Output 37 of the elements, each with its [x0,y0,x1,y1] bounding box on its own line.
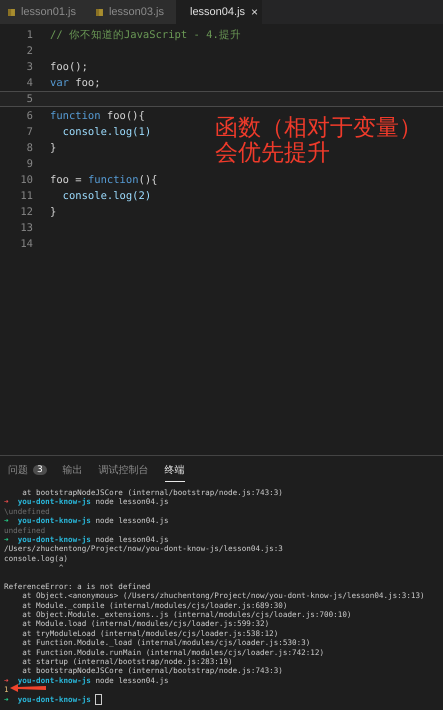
panel-tab[interactable]: 调试控制台 [98,459,149,481]
editor-tab[interactable]: lesson03.js [88,0,176,24]
code-line: var foo; [50,77,101,90]
code-line: } [50,206,56,218]
line-number: 7 [26,126,34,138]
line-number: 9 [26,158,34,170]
line-number: 2 [26,45,34,58]
line-number: 8 [26,142,34,154]
code-line: foo(); [50,61,88,74]
code-line: console.log(2) [62,190,152,202]
file-icon [96,8,103,16]
editor-tab[interactable]: lesson04.js × [176,0,262,24]
line-number: 1 [26,29,34,42]
editor-tab[interactable]: lesson01.js [0,0,88,24]
line-number: 13 [19,222,34,234]
code-line: function foo(){ [50,110,145,122]
panel-tab[interactable]: 输出 [62,459,83,481]
file-icon [8,8,15,16]
line-number: 10 [19,174,34,186]
panel-tab[interactable]: 终端 [164,458,185,482]
panel-tab[interactable]: 问题 3 [8,459,47,481]
annotation-text: 会优先提升 [215,141,331,166]
line-number: 5 [26,93,34,106]
line-number: 4 [26,77,34,90]
line-number: 12 [19,206,34,218]
count-badge: 3 [33,465,47,475]
annotation-text: 函数（相对于变量） [215,116,422,141]
line-number: 6 [26,110,34,122]
line-number: 14 [19,238,34,250]
code-line: foo = function(){ [50,174,158,186]
code-line: // 你不知道的JavaScript - 4.提升 [50,28,241,42]
code-line: console.log(1) [62,126,152,138]
line-number: 11 [19,190,34,202]
close-icon[interactable]: × [251,5,258,19]
line-number: 3 [26,61,34,74]
terminal-cursor[interactable] [94,694,102,705]
code-line: } [50,142,56,154]
